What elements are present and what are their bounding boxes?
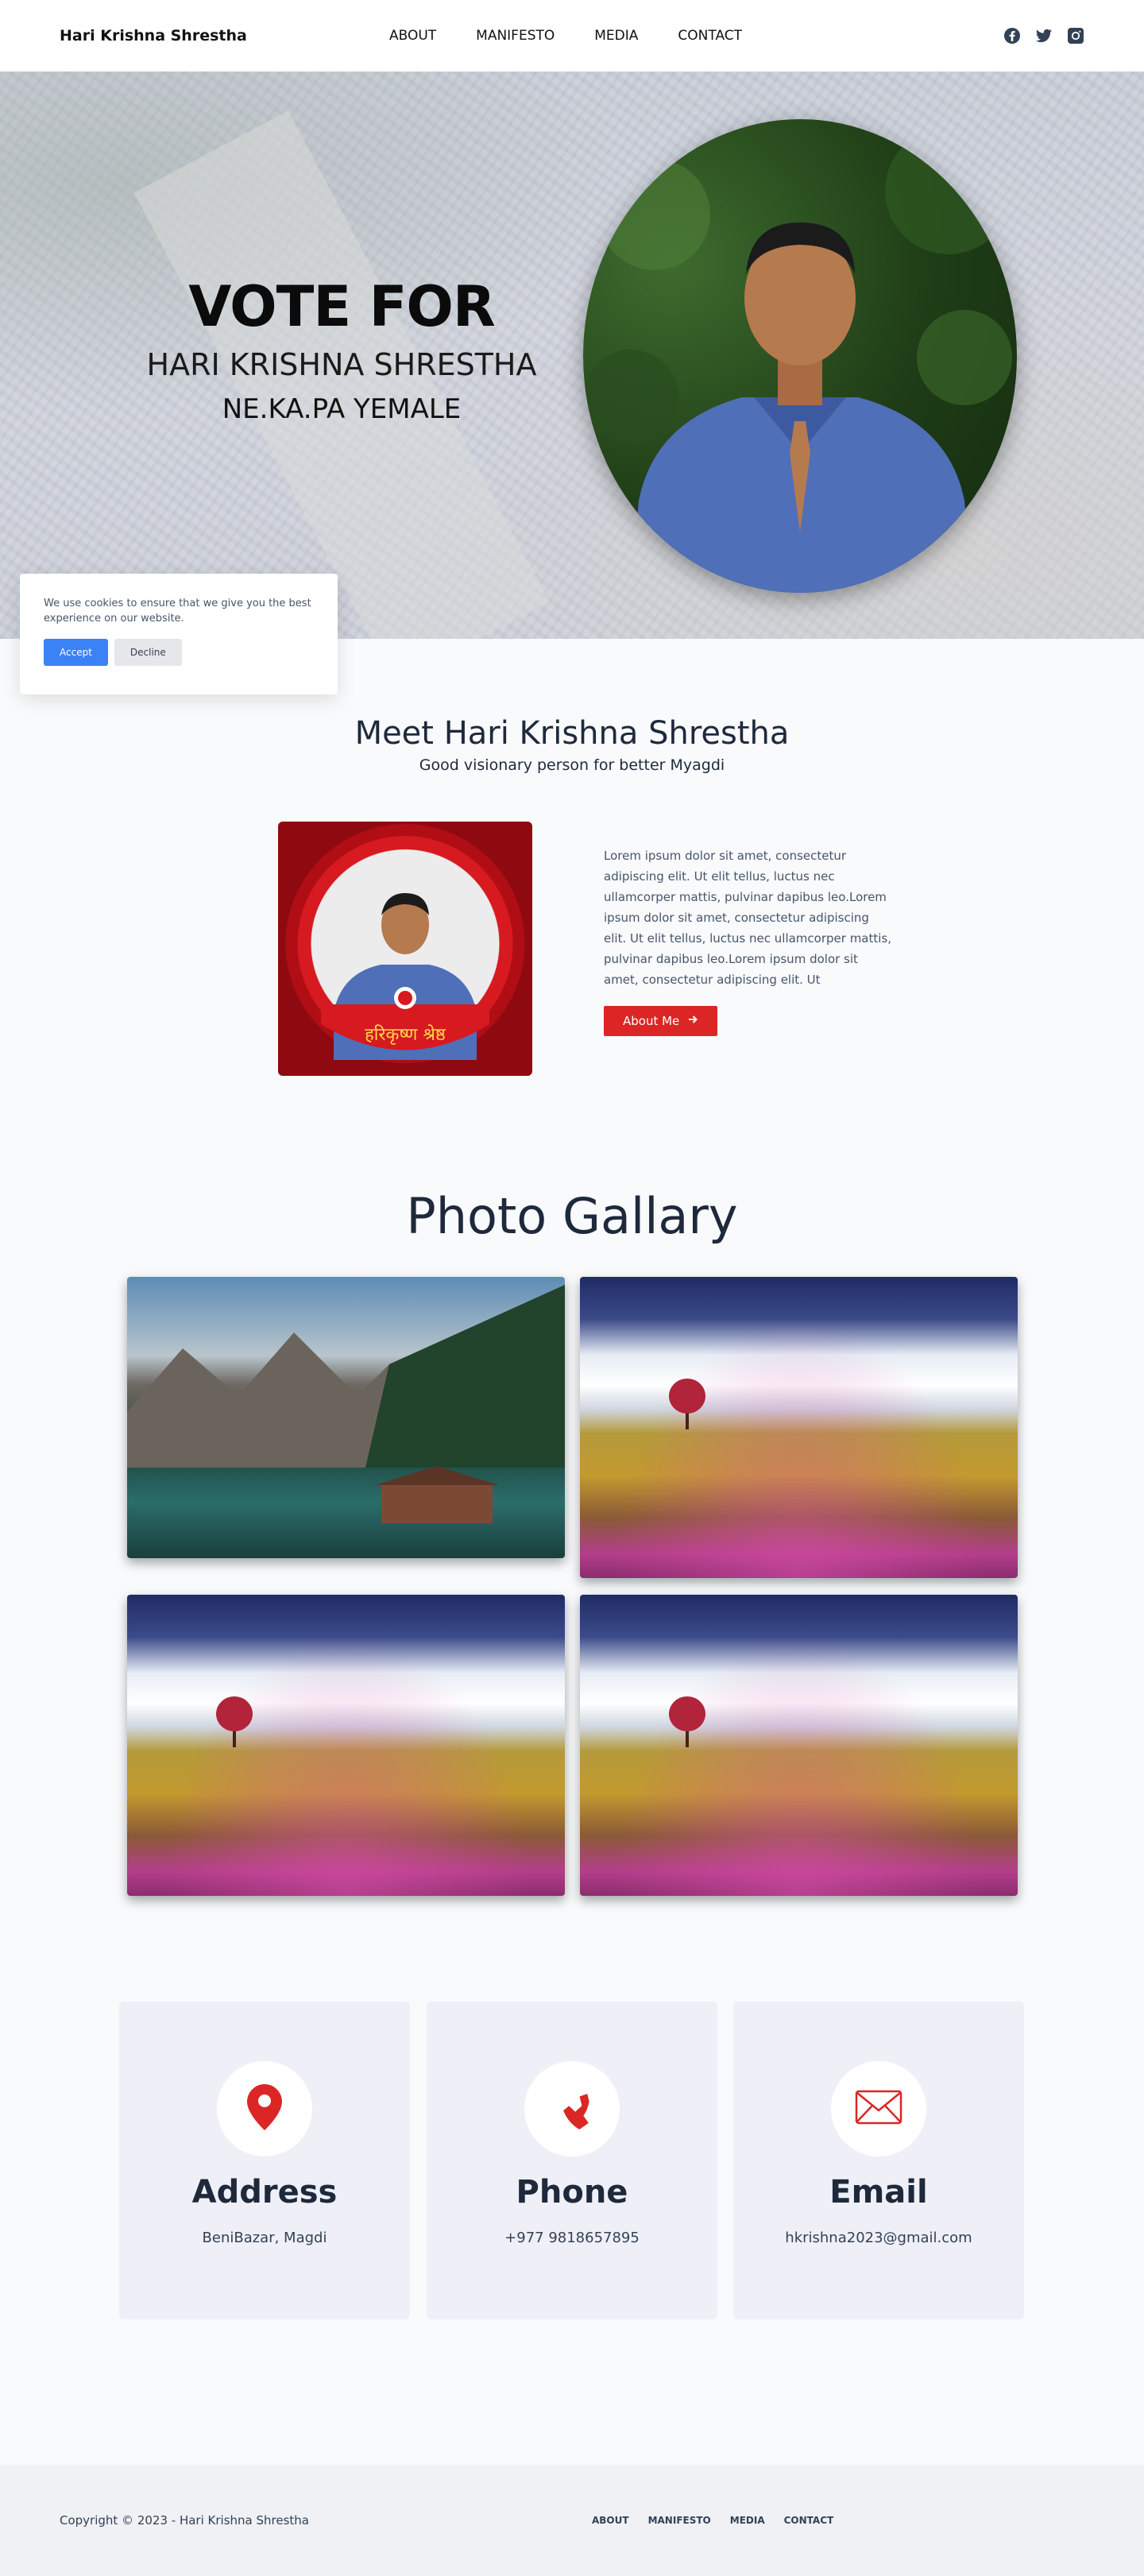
gallery-photo-lake[interactable] [127, 1277, 565, 1558]
footer-copyright: Copyright © 2023 - Hari Krishna Shrestha [60, 2513, 309, 2528]
candidate-portrait [583, 119, 1017, 593]
gallery-photo-field-1[interactable] [580, 1277, 1018, 1578]
email-title: Email [829, 2174, 928, 2210]
cookie-banner: We use cookies to ensure that we give yo… [20, 574, 338, 694]
phone-icon [550, 2085, 594, 2133]
social-links [1003, 27, 1084, 44]
cookie-message: We use cookies to ensure that we give yo… [44, 598, 311, 625]
nav-link-media[interactable]: MEDIA [594, 28, 638, 44]
cookie-accept-button[interactable]: Accept [44, 639, 108, 666]
footer-link-manifesto[interactable]: MANIFESTO [648, 2515, 711, 2526]
about-me-button[interactable]: About Me [604, 1006, 718, 1036]
address-icon-circle [217, 2061, 312, 2156]
address-card: Address BeniBazar, Magdi [119, 2002, 410, 2319]
cookie-decline-button[interactable]: Decline [114, 639, 182, 666]
address-title: Address [191, 2174, 338, 2210]
gallery-section: Photo Gallary [0, 1076, 1144, 1896]
hero-text: VOTE FOR HARI KRISHNA SHRESTHA NE.KA.PA … [95, 274, 588, 425]
phone-card: Phone +977 9818657895 [427, 2002, 717, 2319]
meet-title: Meet Hari Krishna Shrestha [354, 715, 790, 752]
arrow-right-icon [687, 1014, 698, 1028]
email-icon-circle [831, 2061, 926, 2156]
phone-value[interactable]: +977 9818657895 [427, 2230, 717, 2246]
gallery-grid [0, 1277, 1144, 1896]
candidate-portrait-image [583, 127, 1012, 593]
nav-link-about[interactable]: ABOUT [389, 28, 436, 44]
hero-party: NE.KA.PA YEMALE [222, 393, 462, 425]
meet-body: Lorem ipsum dolor sit amet, consectetur … [604, 849, 892, 987]
envelope-icon [855, 2090, 902, 2128]
gallery-title: Photo Gallary [406, 1187, 738, 1245]
contact-section: Address BeniBazar, Magdi Phone +977 9818… [0, 2002, 1144, 2319]
map-pin-icon [247, 2084, 282, 2133]
footer-link-media[interactable]: MEDIA [730, 2515, 765, 2526]
footer-link-about[interactable]: ABOUT [592, 2515, 629, 2526]
footer-links: ABOUT MANIFESTO MEDIA CONTACT [592, 2515, 833, 2526]
footer: Copyright © 2023 - Hari Krishna Shrestha… [0, 2465, 1144, 2576]
cookie-buttons: Accept Decline [44, 639, 314, 666]
meet-subtitle: Good visionary person for better Myagdi [419, 756, 725, 774]
hero-candidate-name: HARI KRISHNA SHRESTHA [146, 347, 537, 382]
campaign-poster-image: हरिकृष्ण श्रेष्ठ [321, 893, 489, 1060]
top-nav: Hari Krishna Shrestha ABOUT MANIFESTO ME… [0, 0, 1144, 72]
about-me-label: About Me [623, 1014, 680, 1028]
address-value: BeniBazar, Magdi [202, 2230, 327, 2246]
instagram-icon[interactable] [1067, 27, 1084, 44]
hero-section: VOTE FOR HARI KRISHNA SHRESTHA NE.KA.PA … [0, 72, 1144, 639]
lake-scene [127, 1285, 565, 1523]
phone-icon-circle [524, 2061, 620, 2156]
hero-headline: VOTE FOR [188, 274, 496, 339]
footer-link-contact[interactable]: CONTACT [784, 2515, 834, 2526]
gallery-photo-field-3[interactable] [580, 1595, 1018, 1896]
meet-text: Lorem ipsum dolor sit amet, consectetur … [604, 845, 893, 1036]
brand-link[interactable]: Hari Krishna Shrestha [60, 27, 247, 44]
meet-section: Meet Hari Krishna Shrestha Good visionar… [0, 639, 1144, 1076]
nav-link-manifesto[interactable]: MANIFESTO [476, 28, 555, 44]
meet-row: हरिकृष्ण श्रेष्ठ Lorem ipsum dolor sit a… [0, 822, 1144, 1076]
twitter-icon[interactable] [1035, 27, 1053, 44]
email-card: Email hkrishna2023@gmail.com [733, 2002, 1024, 2319]
facebook-icon[interactable] [1003, 27, 1021, 44]
phone-title: Phone [516, 2174, 628, 2210]
gallery-photo-field-2[interactable] [127, 1595, 565, 1896]
campaign-poster: हरिकृष्ण श्रेष्ठ [278, 822, 532, 1076]
poster-name: हरिकृष्ण श्रेष्ठ [365, 1024, 446, 1045]
nav-link-contact[interactable]: CONTACT [678, 28, 742, 44]
email-value[interactable]: hkrishna2023@gmail.com [733, 2230, 1024, 2246]
